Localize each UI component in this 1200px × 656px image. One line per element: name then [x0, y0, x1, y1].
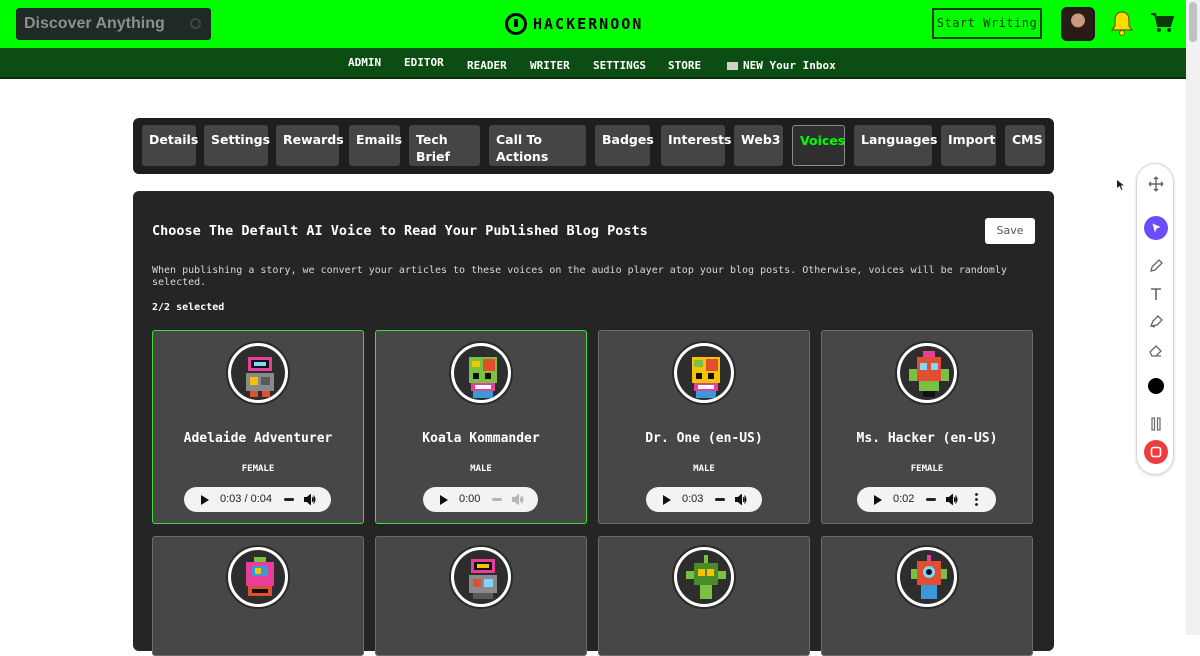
play-icon[interactable] [663, 495, 671, 505]
voice-gender: MALE [470, 464, 492, 474]
progress-bar[interactable] [926, 498, 936, 501]
nav-reader[interactable]: READER [467, 59, 507, 72]
voice-card[interactable] [598, 536, 810, 656]
robot-avatar-icon [226, 545, 290, 609]
play-icon[interactable] [874, 495, 882, 505]
voice-gender: FEMALE [910, 464, 944, 474]
pause-icon[interactable] [1144, 412, 1168, 436]
page-scrollbar[interactable] [1186, 0, 1200, 635]
eraser-icon[interactable] [1144, 338, 1168, 362]
tab-tech-brief[interactable]: Tech Brief [409, 125, 480, 166]
panel-description: When publishing a story, we convert your… [152, 265, 1007, 288]
bell-icon[interactable] [1110, 10, 1134, 36]
voice-name: Ms. Hacker (en-US) [856, 431, 998, 446]
logo-mark-icon [505, 13, 527, 35]
nav-admin[interactable]: ADMIN [348, 56, 381, 69]
voice-card[interactable] [152, 536, 364, 656]
audio-player[interactable]: 0:03 / 0:04 [184, 487, 331, 512]
move-icon[interactable] [1144, 172, 1168, 196]
voice-card-ms-hacker[interactable]: Ms. Hacker (en-US) FEMALE 0:02 [821, 330, 1033, 524]
robot-avatar-icon [895, 545, 959, 609]
volume-icon[interactable] [512, 494, 524, 505]
volume-icon[interactable] [946, 494, 958, 505]
play-icon[interactable] [440, 495, 448, 505]
tab-import[interactable]: Import [941, 125, 996, 166]
search-icon[interactable] [190, 18, 201, 29]
highlighter-icon[interactable] [1144, 310, 1168, 334]
annotation-toolbar [1136, 163, 1174, 475]
tab-cms[interactable]: CMS [1005, 125, 1045, 166]
pencil-icon[interactable] [1144, 254, 1168, 278]
tab-call-to-actions[interactable]: Call To Actions [489, 125, 586, 166]
mouse-cursor-icon [1117, 180, 1124, 190]
audio-player[interactable]: 0:00 [423, 487, 538, 512]
voice-name: Adelaide Adventurer [183, 431, 333, 446]
robot-avatar-icon [672, 341, 736, 405]
save-button[interactable]: Save [985, 218, 1035, 244]
robot-avatar-icon [449, 545, 513, 609]
robot-avatar-icon [895, 341, 959, 405]
nav-inbox[interactable]: NEW Your Inbox [727, 59, 836, 72]
tab-languages[interactable]: Languages [854, 125, 937, 166]
audio-time: 0:03 [682, 493, 704, 505]
scrollbar-thumb[interactable] [1189, 2, 1197, 42]
voice-name: Dr. One (en-US) [645, 431, 763, 446]
logo-text: HACKERNOON [533, 15, 644, 33]
voice-gender: FEMALE [241, 464, 275, 474]
search-input[interactable]: Discover Anything [16, 8, 211, 40]
volume-icon[interactable] [735, 494, 747, 505]
tab-settings[interactable]: Settings [204, 125, 270, 166]
nav-editor[interactable]: EDITOR [404, 56, 444, 69]
more-options-icon[interactable] [975, 493, 978, 506]
progress-bar[interactable] [284, 498, 294, 501]
robot-avatar-icon [672, 545, 736, 609]
nav-settings[interactable]: SETTINGS [593, 59, 646, 72]
play-icon[interactable] [201, 495, 209, 505]
cart-icon[interactable] [1150, 12, 1174, 34]
nav-inbox-label: NEW Your Inbox [743, 59, 836, 72]
tab-voices[interactable]: Voices [792, 125, 845, 166]
tab-interests[interactable]: Interests [661, 125, 732, 166]
audio-time: 0:02 [893, 493, 915, 505]
audio-time: 0:03 / 0:04 [220, 493, 272, 505]
selected-count: 2/2 selected [152, 302, 225, 313]
tab-emails[interactable]: Emails [349, 125, 402, 166]
voice-card-koala-kommander[interactable]: Koala Kommander MALE 0:00 [375, 330, 587, 524]
page-title: Choose The Default AI Voice to Read Your… [152, 223, 648, 239]
progress-bar[interactable] [492, 498, 502, 501]
tab-details[interactable]: Details [142, 125, 198, 166]
robot-avatar-icon [449, 341, 513, 405]
voice-name: Koala Kommander [422, 431, 540, 446]
voice-gender: MALE [693, 464, 715, 474]
color-picker-icon[interactable] [1144, 374, 1168, 398]
pointer-icon[interactable] [1144, 216, 1168, 240]
stop-recording-icon[interactable] [1144, 440, 1168, 464]
volume-icon[interactable] [304, 494, 316, 505]
progress-bar[interactable] [715, 498, 725, 501]
tab-web3[interactable]: Web3 [734, 125, 783, 166]
top-bar: Discover Anything HACKERNOON Start Writi… [0, 0, 1200, 48]
start-writing-button[interactable]: Start Writing [932, 8, 1042, 39]
text-icon[interactable] [1144, 282, 1168, 306]
user-avatar[interactable] [1061, 7, 1095, 41]
voice-card[interactable] [821, 536, 1033, 656]
audio-player[interactable]: 0:02 [857, 487, 996, 512]
settings-tabs: Details Settings Rewards Emails Tech Bri… [133, 118, 1054, 174]
voice-card-adelaide-adventurer[interactable]: Adelaide Adventurer FEMALE 0:03 / 0:04 [152, 330, 364, 524]
tab-badges[interactable]: Badges [595, 125, 654, 166]
voice-card-dr-one[interactable]: Dr. One (en-US) MALE 0:03 [598, 330, 810, 524]
voices-panel: Choose The Default AI Voice to Read Your… [133, 191, 1054, 656]
audio-player[interactable]: 0:03 [646, 487, 762, 512]
hackernoon-logo[interactable]: HACKERNOON [505, 12, 643, 36]
search-placeholder: Discover Anything [24, 15, 165, 32]
sub-navigation: ADMIN EDITOR READER WRITER SETTINGS STOR… [0, 48, 1200, 79]
robot-avatar-icon [226, 341, 290, 405]
audio-time: 0:00 [459, 493, 481, 505]
nav-writer[interactable]: WRITER [530, 59, 570, 72]
nav-store[interactable]: STORE [668, 59, 701, 72]
voice-card[interactable] [375, 536, 587, 656]
inbox-icon [727, 62, 738, 70]
tab-rewards[interactable]: Rewards [276, 125, 344, 166]
